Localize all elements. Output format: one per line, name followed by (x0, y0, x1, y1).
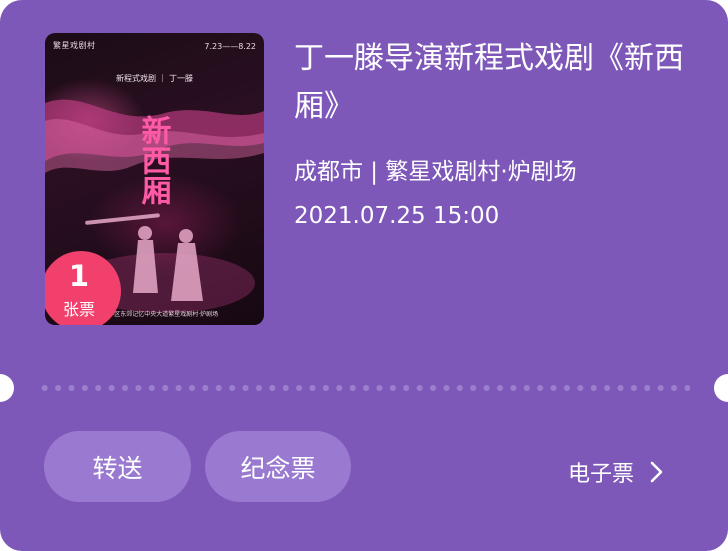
ticket-count: 1 (68, 259, 90, 293)
event-title: 丁一滕导演新程式戏剧《新西厢》 (294, 41, 684, 124)
souvenir-ticket-button[interactable]: 纪念票 (205, 431, 351, 502)
event-poster[interactable]: 繁星戏剧村 7.23——8.22 新程式戏剧 ｜ 丁一滕 新西厢 • 成华区东郊… (45, 33, 264, 325)
perforation-notch-right (714, 374, 728, 402)
eticket-label: 电子票 (568, 462, 635, 487)
perforation-notch-left (0, 374, 14, 402)
poster-dates: 7.23——8.22 (204, 42, 256, 51)
ticket-card[interactable]: 繁星戏剧村 7.23——8.22 新程式戏剧 ｜ 丁一滕 新西厢 • 成华区东郊… (0, 0, 728, 551)
ticket-count-badge: 1 张票 (45, 251, 121, 325)
event-venue: 成都市 | 繁星戏剧村·炉剧场 (294, 159, 577, 185)
chevron-right-icon (650, 461, 663, 483)
poster-brand: 繁星戏剧村 (53, 41, 96, 50)
event-datetime: 2021.07.25 15:00 (294, 203, 500, 229)
poster-title: 新西厢 (135, 115, 171, 205)
perforation-divider (38, 384, 690, 392)
poster-credit: 新程式戏剧 ｜ 丁一滕 (115, 74, 194, 83)
ticket-count-unit: 张票 (62, 300, 95, 319)
transfer-button[interactable]: 转送 (44, 431, 191, 502)
eticket-link[interactable]: 电子票 (568, 456, 666, 488)
